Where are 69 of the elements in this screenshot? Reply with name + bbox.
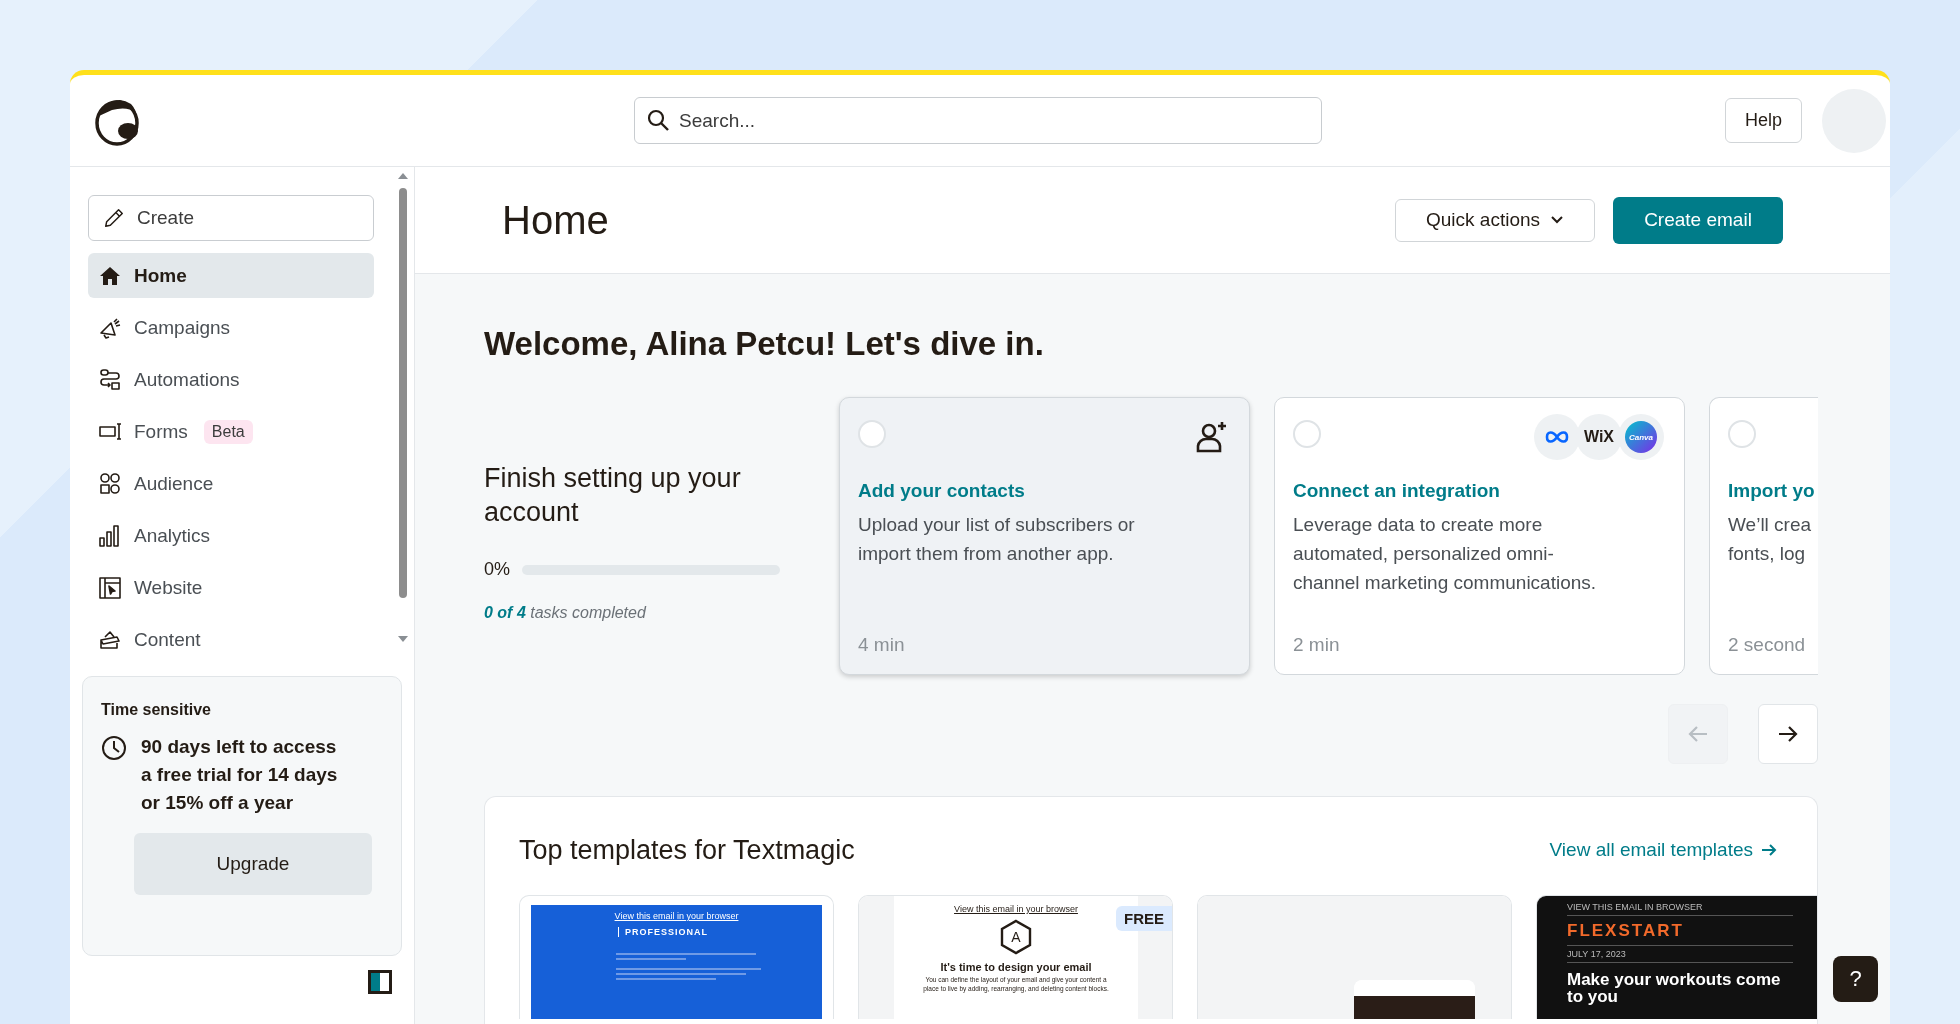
notice-message: 90 days left to access a free trial for 14 days or 15% off a year xyxy=(141,735,339,815)
task-radio[interactable] xyxy=(858,420,886,448)
search-icon xyxy=(646,108,670,132)
templates-title: Top templates for Textmagic xyxy=(519,834,855,866)
megaphone-icon xyxy=(98,315,122,340)
help-fab[interactable]: ? xyxy=(1833,956,1878,1002)
create-email-button[interactable]: Create email xyxy=(1613,196,1783,244)
task-description: We’ll crea fonts, log xyxy=(1728,513,1813,566)
pencil-icon xyxy=(103,207,125,229)
integration-logo: WiX xyxy=(1576,414,1622,460)
nav-item[interactable]: Analytics xyxy=(88,513,374,558)
task-radio[interactable] xyxy=(1728,420,1756,448)
nav-item[interactable]: Forms Beta xyxy=(88,409,374,454)
nav-item[interactable]: Campaigns xyxy=(88,305,374,350)
free-badge: FREE xyxy=(1116,906,1172,931)
arrow-right-icon xyxy=(1761,842,1777,858)
notice-title: Time sensitive xyxy=(101,701,212,719)
bar-chart-icon xyxy=(98,523,122,548)
upgrade-button[interactable]: Upgrade xyxy=(134,833,372,895)
setup-title: Finish setting up your account xyxy=(484,462,742,529)
task-title[interactable]: Connect an integration xyxy=(1293,480,1664,502)
task-duration: 2 min xyxy=(1293,634,1341,656)
task-description: Leverage data to create more automated, personalized omni- channel marketing communications. xyxy=(1293,513,1598,595)
tasks-summary: 0 of 4 tasks completed xyxy=(484,604,648,622)
help-button[interactable]: Help xyxy=(1725,98,1802,143)
nav-item[interactable]: Website xyxy=(88,565,374,610)
audience-icon xyxy=(98,471,122,496)
chevron-down-icon xyxy=(1550,215,1564,225)
next-button[interactable] xyxy=(1758,704,1818,764)
flow-icon xyxy=(98,367,122,392)
browser-link[interactable]: VIEW THIS EMAIL IN BROWSER xyxy=(1567,902,1793,916)
template-date: JULY 17, 2023 xyxy=(1567,945,1793,963)
browser-link[interactable]: View this email in your browser xyxy=(614,911,739,921)
nav-item[interactable]: Audience xyxy=(88,461,374,506)
task-card[interactable]: WiX Canva Connect an integration Leverage data to create more automated, personalized omni- channel marketing communications. 2 min xyxy=(1274,397,1685,675)
task-duration: 2 second xyxy=(1728,634,1807,656)
integration-logo: Canva xyxy=(1625,421,1657,453)
task-title[interactable]: Add your contacts xyxy=(858,480,1229,502)
view-templates-link[interactable]: View all email templates xyxy=(1549,839,1777,861)
nav-item[interactable]: Home xyxy=(88,253,374,298)
nav-item[interactable]: Automations xyxy=(88,357,374,402)
task-card[interactable]: Add your contacts Upload your list of subscribers or import them from another app. 4 min xyxy=(839,397,1250,675)
panel-toggle-icon[interactable] xyxy=(368,970,392,994)
create-button[interactable]: Create xyxy=(88,195,374,241)
progress-percent: 0% xyxy=(484,559,510,580)
task-radio[interactable] xyxy=(1293,420,1321,448)
page-title: Home xyxy=(502,197,610,243)
welcome-heading: Welcome, Alina Petcu! Let's dive in. xyxy=(484,324,1045,364)
task-title[interactable]: Import yo xyxy=(1728,480,1818,502)
task-card[interactable]: Import yo We’ll crea fonts, log 2 second xyxy=(1709,397,1818,675)
browser-link[interactable]: View this email in your browser xyxy=(954,904,1078,914)
template-heading: Make your workouts come to you xyxy=(1567,971,1782,1005)
nav-item[interactable]: Content xyxy=(88,617,374,662)
add-person-icon xyxy=(1195,420,1229,454)
template-card[interactable]: View this email in your browser PROFESSIONAL xyxy=(519,895,834,1019)
task-description: Upload your list of subscribers or import them from another app. xyxy=(858,513,1136,566)
beta-badge: Beta xyxy=(203,419,253,444)
emblem-badge: A xyxy=(999,919,1033,955)
quick-actions-button[interactable]: Quick actions xyxy=(1395,198,1595,242)
clock-icon xyxy=(101,735,127,761)
template-card[interactable]: VIEW THIS EMAIL IN BROWSER FLEXSTART JULY 17, 2023 Make your workouts come to you xyxy=(1536,895,1817,1019)
template-heading: PROFESSIONAL xyxy=(618,927,708,937)
brand-name: FLEXSTART xyxy=(1567,921,1685,941)
infinity-icon xyxy=(1544,430,1570,444)
task-duration: 4 min xyxy=(858,634,906,656)
search-field[interactable]: Search... xyxy=(634,97,1322,144)
website-icon xyxy=(98,575,122,600)
template-heading: It's time to design your email xyxy=(939,961,1093,973)
template-card[interactable] xyxy=(1197,895,1512,1019)
